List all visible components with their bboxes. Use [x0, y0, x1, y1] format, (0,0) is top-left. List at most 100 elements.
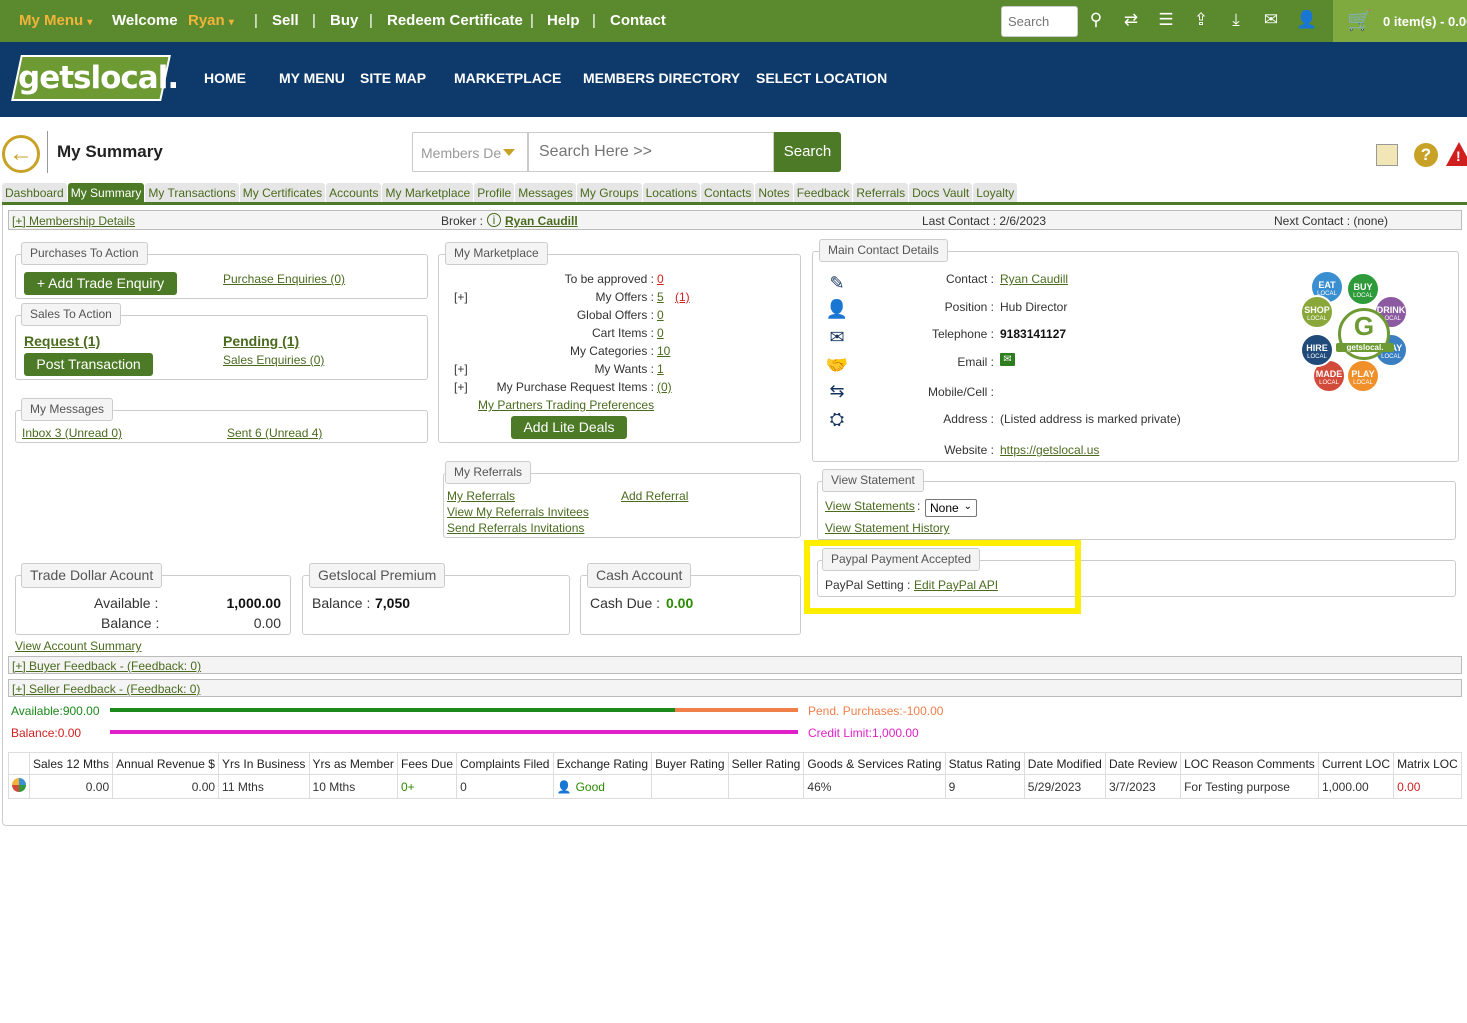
- tab-docs-vault[interactable]: Docs Vault: [909, 183, 973, 203]
- cart-button[interactable]: 🛒 0 item(s) - 0.00: [1333, 0, 1467, 42]
- sales-enquiries-link[interactable]: Sales Enquiries (0): [223, 353, 324, 367]
- edit-paypal-api-link[interactable]: Edit PayPal API: [914, 578, 998, 592]
- purchase-enquiries-link[interactable]: Purchase Enquiries (0): [223, 272, 345, 286]
- mail-icon[interactable]: ✉: [1261, 10, 1281, 30]
- expand-toggle[interactable]: [+]: [454, 380, 468, 394]
- list-icon[interactable]: ☰: [1156, 10, 1176, 30]
- broker-label: Broker :: [441, 214, 484, 228]
- nav-home[interactable]: HOME: [204, 70, 246, 86]
- table-row: 0.00 0.00 11 Mths 10 Mths 0+ 0 👤 Good 46% 9 5/29/2…: [8, 774, 1462, 799]
- notes-box-icon[interactable]: [1376, 144, 1398, 166]
- tab-my-groups[interactable]: My Groups: [576, 183, 642, 203]
- nav-members-directory[interactable]: MEMBERS DIRECTORY: [583, 70, 740, 86]
- tab-referrals[interactable]: Referrals: [853, 183, 909, 203]
- available-label: Available :: [94, 595, 159, 611]
- contact-legend: Main Contact Details: [819, 239, 948, 262]
- tab-contacts[interactable]: Contacts: [700, 183, 755, 203]
- send-invitations-link[interactable]: Send Referrals Invitations: [447, 521, 584, 535]
- warning-icon[interactable]: !: [1446, 142, 1467, 166]
- redeem-certificate-link[interactable]: Redeem Certificate: [387, 12, 523, 29]
- help-icon[interactable]: ?: [1414, 143, 1438, 167]
- tab-my-summary[interactable]: My Summary: [67, 183, 145, 203]
- balance-value: 0.00: [253, 615, 281, 631]
- my-menu-label: My Menu: [19, 12, 84, 29]
- badge-sub: LOCAL: [1353, 293, 1373, 299]
- tab-dashboard[interactable]: Dashboard: [2, 183, 67, 203]
- add-lite-deals-button[interactable]: Add Lite Deals: [511, 416, 627, 439]
- search-icon[interactable]: ⚲: [1086, 10, 1106, 30]
- marketplace-row-value[interactable]: 10: [657, 344, 670, 358]
- separator: |: [312, 12, 316, 29]
- marketplace-row-value[interactable]: 0: [657, 326, 664, 340]
- user-dropdown[interactable]: Ryan ▾: [188, 12, 234, 29]
- getslocal-logo[interactable]: getslocal.: [11, 55, 178, 101]
- marketplace-row-value[interactable]: 0: [657, 272, 664, 286]
- my-referrals-link[interactable]: My Referrals: [447, 489, 515, 503]
- marketplace-row-value[interactable]: (0): [657, 380, 672, 394]
- help-link[interactable]: Help: [547, 12, 580, 29]
- tab-feedback[interactable]: Feedback: [793, 183, 853, 203]
- contact-website-value[interactable]: https://getslocal.us: [1000, 443, 1099, 457]
- contact-telephone-value: 9183141127: [1000, 327, 1067, 341]
- tab-messages[interactable]: Messages: [515, 183, 576, 203]
- contact-contact-value[interactable]: Ryan Caudill: [1000, 272, 1068, 286]
- download-icon[interactable]: ⤓: [1226, 10, 1246, 30]
- tab-my-transactions[interactable]: My Transactions: [145, 183, 239, 203]
- buy-link[interactable]: Buy: [330, 12, 358, 29]
- available-credit-label: Available:900.00: [11, 704, 100, 718]
- buyer-feedback-toggle[interactable]: [+] Buyer Feedback - (Feedback: 0): [12, 659, 201, 673]
- user-icon[interactable]: 👤: [1296, 10, 1317, 30]
- nav-select-location[interactable]: SELECT LOCATION: [756, 70, 887, 86]
- tab-my-certificates[interactable]: My Certificates: [239, 183, 326, 203]
- member-type-select[interactable]: Members De: [412, 132, 528, 172]
- tab-loyalty[interactable]: Loyalty: [973, 183, 1018, 203]
- expand-toggle[interactable]: [+]: [454, 362, 468, 376]
- view-account-summary-link[interactable]: View Account Summary: [15, 639, 142, 653]
- tab-my-marketplace[interactable]: My Marketplace: [382, 183, 474, 203]
- nav-site-map[interactable]: SITE MAP: [360, 70, 426, 86]
- tab-profile[interactable]: Profile: [474, 183, 515, 203]
- statement-select[interactable]: None ⌄: [925, 499, 977, 517]
- marketplace-row-value[interactable]: 5: [657, 290, 664, 304]
- marketplace-row-value[interactable]: 0: [657, 308, 664, 322]
- statement-legend: View Statement: [822, 469, 924, 492]
- pending-link[interactable]: Pending (1): [223, 333, 299, 349]
- refresh-icon[interactable]: ⇄: [1121, 10, 1141, 30]
- nav-my-menu[interactable]: MY MENU: [279, 70, 345, 86]
- paypal-legend: Paypal Payment Accepted: [822, 548, 981, 571]
- sent-link[interactable]: Sent 6 (Unread 4): [227, 426, 322, 440]
- upload-icon[interactable]: ⇪: [1191, 10, 1211, 30]
- marketplace-row-value[interactable]: 1: [657, 362, 664, 376]
- my-menu-dropdown[interactable]: My Menu ▾: [19, 12, 92, 29]
- request-link[interactable]: Request (1): [24, 333, 100, 349]
- membership-details-toggle[interactable]: [+] Membership Details: [12, 214, 135, 228]
- main-search-input[interactable]: [528, 132, 774, 172]
- view-invitees-link[interactable]: View My Referrals Invitees: [447, 505, 589, 519]
- globe-icon[interactable]: [12, 778, 26, 792]
- tab-notes[interactable]: Notes: [755, 183, 793, 203]
- email-icon[interactable]: ✉: [1000, 353, 1015, 366]
- statement-history-link[interactable]: View Statement History: [825, 521, 950, 535]
- marketplace-row-extra[interactable]: (1): [675, 290, 690, 304]
- inbox-link[interactable]: Inbox 3 (Unread 0): [22, 426, 122, 440]
- broker-link[interactable]: Ryan Caudill: [505, 214, 578, 228]
- partners-trading-preferences-link[interactable]: My Partners Trading Preferences: [478, 398, 654, 412]
- add-trade-enquiry-button[interactable]: + Add Trade Enquiry: [24, 272, 177, 295]
- post-transaction-button[interactable]: Post Transaction: [24, 353, 153, 376]
- tab-accounts[interactable]: Accounts: [326, 183, 382, 203]
- badge-play-local: PLAY LOCAL: [1346, 359, 1380, 393]
- top-search-input[interactable]: [1001, 6, 1078, 37]
- statement-colon: :: [917, 499, 921, 513]
- add-referral-link[interactable]: Add Referral: [621, 489, 688, 503]
- search-button[interactable]: Search: [774, 132, 841, 172]
- info-icon[interactable]: i: [487, 213, 501, 227]
- contact-link[interactable]: Contact: [610, 12, 666, 29]
- expand-toggle[interactable]: [+]: [454, 290, 468, 304]
- seller-feedback-toggle[interactable]: [+] Seller Feedback - (Feedback: 0): [12, 682, 200, 696]
- back-arrow-icon[interactable]: ←: [2, 135, 40, 173]
- page-title: My Summary: [57, 142, 163, 161]
- view-statements-link[interactable]: View Statements: [825, 499, 915, 513]
- nav-marketplace[interactable]: MARKETPLACE: [454, 70, 561, 86]
- tab-locations[interactable]: Locations: [642, 183, 700, 203]
- sell-link[interactable]: Sell: [272, 12, 299, 29]
